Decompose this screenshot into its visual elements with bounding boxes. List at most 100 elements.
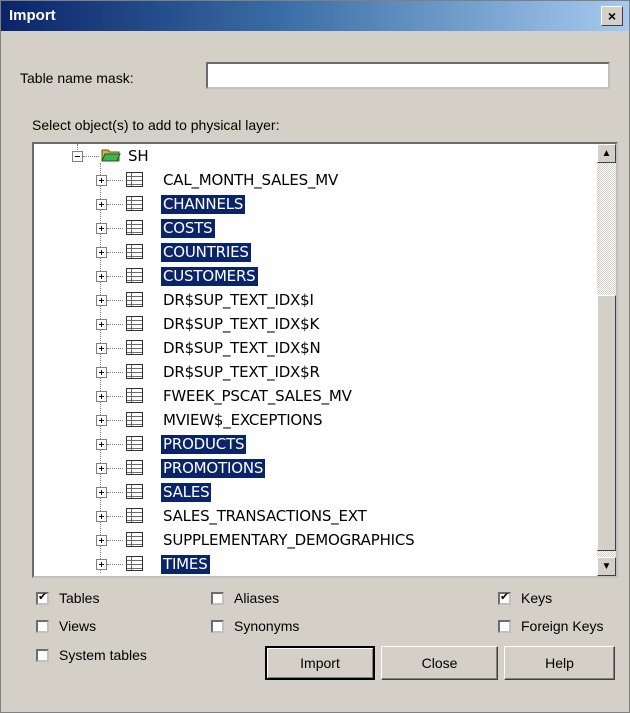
tree-item-row[interactable]: MVIEW$_EXCEPTIONS [34, 408, 594, 432]
expand-icon[interactable] [96, 367, 107, 378]
tree-item-label: DR$SUP_TEXT_IDX$K [163, 315, 320, 333]
tables-checkbox-label: Tables [59, 590, 100, 606]
expand-icon[interactable] [96, 487, 107, 498]
tree-item-row[interactable]: SALES_TRANSACTIONS_EXT [34, 504, 594, 528]
dialog-title: Import [9, 7, 56, 24]
table-icon [126, 484, 143, 499]
tree-item-row[interactable]: PRODUCTS [34, 432, 594, 456]
table-icon [126, 364, 143, 379]
expand-icon[interactable] [96, 343, 107, 354]
tree-item-row[interactable]: CAL_MONTH_SALES_MV [34, 168, 594, 192]
tables-checkbox-box[interactable] [36, 591, 49, 605]
tree-item-label: SALES [161, 483, 212, 502]
tree-item-label: PRODUCTS [161, 435, 247, 454]
table-name-mask-label: Table name mask: [20, 70, 134, 86]
tree-item-row[interactable]: DR$SUP_TEXT_IDX$N [34, 336, 594, 360]
tree-item-label: DR$SUP_TEXT_IDX$R [163, 363, 320, 381]
scroll-up-icon[interactable]: ▲ [597, 144, 616, 163]
scroll-thumb[interactable] [597, 295, 616, 551]
views-checkbox[interactable]: Views [36, 618, 96, 634]
table-icon [126, 244, 143, 259]
select-objects-label: Select object(s) to add to physical laye… [32, 117, 280, 133]
tree-item-row[interactable]: FWEEK_PSCAT_SALES_MV [34, 384, 594, 408]
expand-icon[interactable] [96, 511, 107, 522]
table-icon [126, 340, 143, 355]
expand-icon[interactable] [96, 295, 107, 306]
synonyms-checkbox[interactable]: Synonyms [211, 618, 299, 634]
tree-item-row[interactable]: SALES [34, 480, 594, 504]
expand-icon[interactable] [96, 271, 107, 282]
table-name-mask-input[interactable] [206, 62, 610, 89]
views-checkbox-label: Views [59, 618, 97, 634]
tree-item-row[interactable]: DR$SUP_TEXT_IDX$R [34, 360, 594, 384]
help-button[interactable]: Help [504, 646, 615, 680]
table-icon [126, 316, 143, 331]
import-button[interactable]: Import [265, 646, 375, 680]
expand-icon[interactable] [96, 247, 107, 258]
tree-root-label: SH [128, 147, 149, 165]
keys-checkbox-box[interactable] [498, 591, 511, 605]
collapse-icon[interactable] [72, 151, 83, 162]
scroll-down-icon[interactable]: ▼ [597, 557, 616, 576]
import-dialog: Import × Table name mask: Select object(… [0, 0, 630, 713]
aliases-checkbox-box[interactable] [211, 591, 224, 605]
folder-open-icon [101, 149, 121, 162]
expand-icon[interactable] [96, 463, 107, 474]
title-bar[interactable]: Import × [1, 1, 629, 31]
foreign-keys-checkbox-box[interactable] [498, 619, 511, 633]
table-icon [126, 412, 143, 427]
tree-root-row[interactable]: SH [34, 144, 594, 168]
tree-item-row[interactable]: PROMOTIONS [34, 456, 594, 480]
table-icon [126, 508, 143, 523]
tree-item-label: CAL_MONTH_SALES_MV [163, 171, 339, 189]
tree-item-row[interactable]: CHANNELS [34, 192, 594, 216]
tree-item-row[interactable]: COSTS [34, 216, 594, 240]
table-icon [126, 460, 143, 475]
tree-item-row[interactable]: DR$SUP_TEXT_IDX$I [34, 288, 594, 312]
tree-item-row[interactable]: COUNTRIES [34, 240, 594, 264]
expand-icon[interactable] [96, 415, 107, 426]
table-icon [126, 436, 143, 451]
tree-item-label: SALES_TRANSACTIONS_EXT [163, 507, 367, 525]
aliases-checkbox-label: Aliases [234, 590, 280, 606]
tree-item-label: COUNTRIES [161, 243, 251, 262]
expand-icon[interactable] [96, 439, 107, 450]
close-button[interactable]: Close [381, 646, 498, 680]
keys-checkbox[interactable]: Keys [498, 590, 552, 606]
table-icon [126, 388, 143, 403]
close-icon[interactable]: × [601, 6, 623, 26]
foreign-keys-checkbox-label: Foreign Keys [521, 618, 604, 634]
expand-icon[interactable] [96, 199, 107, 210]
tree-item-label: COSTS [161, 219, 215, 238]
expand-icon[interactable] [96, 319, 107, 330]
object-tree[interactable]: SH CAL_MONTH_SALES_MV CHANNELS COSTS COUNTR… [32, 142, 618, 578]
table-icon [126, 268, 143, 283]
tree-item-label: CUSTOMERS [161, 267, 258, 286]
expand-icon[interactable] [96, 223, 107, 234]
tree-item-label: MVIEW$_EXCEPTIONS [163, 411, 323, 429]
expand-icon[interactable] [96, 535, 107, 546]
aliases-checkbox[interactable]: Aliases [211, 590, 279, 606]
foreign-keys-checkbox[interactable]: Foreign Keys [498, 618, 603, 634]
tables-checkbox[interactable]: Tables [36, 590, 99, 606]
table-icon [126, 292, 143, 307]
expand-icon[interactable] [96, 391, 107, 402]
keys-checkbox-label: Keys [521, 590, 553, 606]
views-checkbox-box[interactable] [36, 619, 49, 633]
tree-item-row[interactable]: DR$SUP_TEXT_IDX$K [34, 312, 594, 336]
synonyms-checkbox-box[interactable] [211, 619, 224, 633]
expand-icon[interactable] [96, 559, 107, 570]
system-tables-checkbox[interactable]: System tables [36, 647, 147, 663]
tree-item-label: CHANNELS [161, 195, 246, 214]
system-tables-checkbox-box[interactable] [36, 648, 49, 662]
table-icon [126, 172, 143, 187]
tree-item-row[interactable]: TIMES [34, 552, 594, 576]
table-icon [126, 556, 143, 571]
tree-item-label: SUPPLEMENTARY_DEMOGRAPHICS [163, 531, 415, 549]
tree-item-label: TIMES [161, 555, 210, 574]
tree-item-row[interactable]: SUPPLEMENTARY_DEMOGRAPHICS [34, 528, 594, 552]
expand-icon[interactable] [96, 175, 107, 186]
table-icon [126, 196, 143, 211]
tree-scrollbar[interactable]: ▲ ▼ [597, 144, 616, 576]
tree-item-row[interactable]: CUSTOMERS [34, 264, 594, 288]
